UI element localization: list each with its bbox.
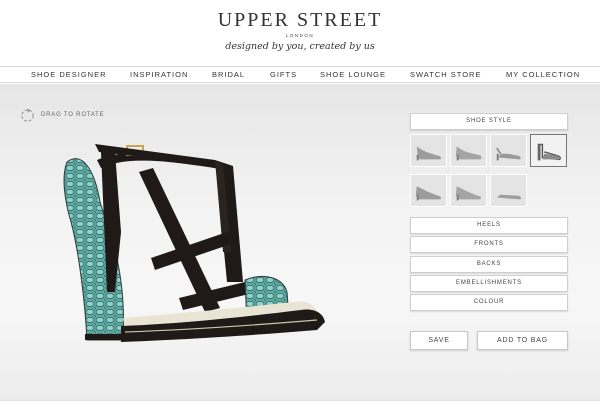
rotate-icon <box>20 107 35 123</box>
brand-logo[interactable]: UPPER STREET <box>0 9 600 32</box>
designer-stage: DRAG TO ROTATE SHOE STYLE HEELS FRONTS B… <box>0 84 600 400</box>
brand-location: LONDON <box>285 33 315 38</box>
nav-swatch-store[interactable]: SWATCH STORE <box>410 70 481 79</box>
nav-bridal[interactable]: BRIDAL <box>212 70 245 79</box>
style-thumb-peep-toe[interactable] <box>450 174 487 207</box>
add-to-bag-button[interactable]: ADD TO BAG <box>477 331 568 350</box>
nav-gifts[interactable]: GIFTS <box>270 70 297 79</box>
style-thumb-flat[interactable] <box>490 174 527 207</box>
nav-my-collection[interactable]: MY COLLECTION <box>506 70 580 79</box>
style-thumb-court-pointed[interactable] <box>410 134 447 167</box>
colour-option[interactable]: COLOUR <box>410 294 568 311</box>
nav-shoe-lounge[interactable]: SHOE LOUNGE <box>320 70 386 79</box>
main-nav: SHOE DESIGNER INSPIRATION BRIDAL GIFTS S… <box>0 66 600 83</box>
shoe-preview[interactable] <box>55 132 375 352</box>
page-footer-strip <box>0 400 600 416</box>
embellishments-option[interactable]: EMBELLISHMENTS <box>410 275 568 292</box>
rotate-label: DRAG TO ROTATE <box>41 112 105 118</box>
shoe-style-button[interactable]: SHOE STYLE <box>410 113 568 130</box>
site-header: UPPER STREET LONDON designed by you, cre… <box>0 0 600 66</box>
backs-option[interactable]: BACKS <box>410 256 568 273</box>
style-thumb-slingback[interactable] <box>490 134 527 167</box>
style-thumb-court-round[interactable] <box>450 134 487 167</box>
fronts-option[interactable]: FRONTS <box>410 236 568 253</box>
heels-option[interactable]: HEELS <box>410 217 568 234</box>
style-thumb-strappy-sandal[interactable] <box>530 134 567 167</box>
drag-to-rotate[interactable]: DRAG TO ROTATE <box>20 107 104 123</box>
brand-tagline: designed by you, created by us <box>225 41 375 52</box>
nav-inspiration[interactable]: INSPIRATION <box>130 70 188 79</box>
style-thumb-platform-court[interactable] <box>410 174 447 207</box>
nav-shoe-designer[interactable]: SHOE DESIGNER <box>31 70 107 79</box>
save-button[interactable]: SAVE <box>410 331 468 350</box>
shoe-illustration <box>63 144 325 342</box>
